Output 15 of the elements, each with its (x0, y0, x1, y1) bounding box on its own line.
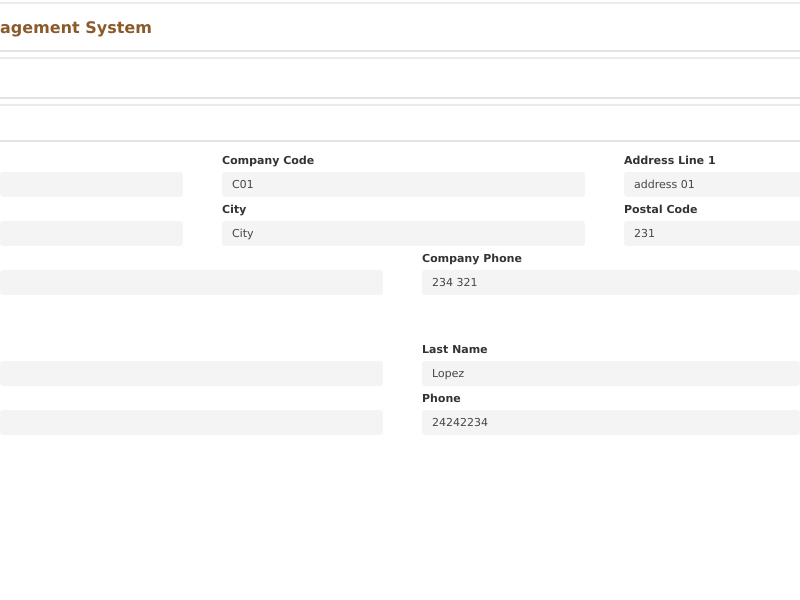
input-field[interactable]: 234 321 (422, 270, 800, 295)
field-label: Postal Code (624, 203, 698, 217)
input-field[interactable]: address 01 (624, 172, 800, 197)
field-label: Company Code (222, 154, 316, 168)
input-field[interactable]: C01 (222, 172, 585, 197)
field-label: Last Name (422, 343, 489, 357)
field-label: Phone (422, 392, 462, 406)
field-label: City (222, 203, 248, 217)
input-field[interactable]: 231 (624, 221, 800, 246)
input-field[interactable]: City (222, 221, 585, 246)
app-title: agement System (0, 18, 152, 36)
field-label: Company Phone (422, 252, 523, 266)
field-label: Address Line 1 (624, 154, 717, 168)
input-field[interactable]: 24242234 (422, 410, 800, 435)
input-field[interactable]: Lopez (422, 361, 800, 386)
